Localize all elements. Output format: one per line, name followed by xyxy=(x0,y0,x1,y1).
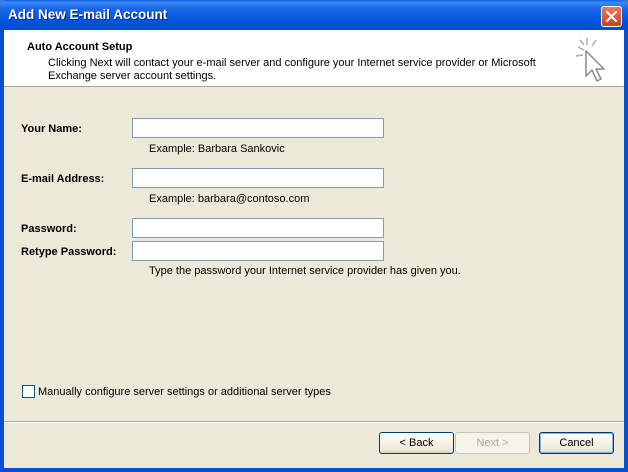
next-button[interactable]: Next > xyxy=(455,432,530,454)
email-address-label: E-mail Address: xyxy=(21,173,105,185)
email-address-input[interactable] xyxy=(132,168,384,188)
add-email-account-window: Add New E-mail Account Auto Account Setu… xyxy=(0,0,628,472)
dialog-body: Auto Account Setup Clicking Next will co… xyxy=(4,30,624,468)
back-button[interactable]: < Back xyxy=(379,432,454,454)
email-address-hint: Example: barbara@contoso.com xyxy=(149,193,310,205)
your-name-label: Your Name: xyxy=(21,123,82,135)
your-name-input[interactable] xyxy=(132,118,384,138)
cursor-sparkle-icon xyxy=(575,38,605,82)
footer-divider xyxy=(4,421,624,423)
header-description: Clicking Next will contact your e-mail s… xyxy=(48,57,536,82)
title-bar[interactable]: Add New E-mail Account xyxy=(0,0,628,30)
your-name-hint: Example: Barbara Sankovic xyxy=(149,143,285,155)
close-button[interactable] xyxy=(601,6,622,27)
manual-config-option[interactable]: Manually configure server settings or ad… xyxy=(22,385,331,398)
window-title: Add New E-mail Account xyxy=(8,7,168,22)
password-label: Password: xyxy=(21,223,77,235)
password-hint: Type the password your Internet service … xyxy=(149,265,461,277)
retype-password-label: Retype Password: xyxy=(21,246,117,258)
manual-config-checkbox[interactable] xyxy=(22,385,35,398)
close-icon xyxy=(606,11,617,22)
wizard-header: Auto Account Setup Clicking Next will co… xyxy=(4,30,624,87)
password-input[interactable] xyxy=(132,218,384,238)
header-title: Auto Account Setup xyxy=(27,41,133,53)
cancel-button[interactable]: Cancel xyxy=(539,432,614,454)
manual-config-label: Manually configure server settings or ad… xyxy=(38,385,331,398)
retype-password-input[interactable] xyxy=(132,241,384,261)
